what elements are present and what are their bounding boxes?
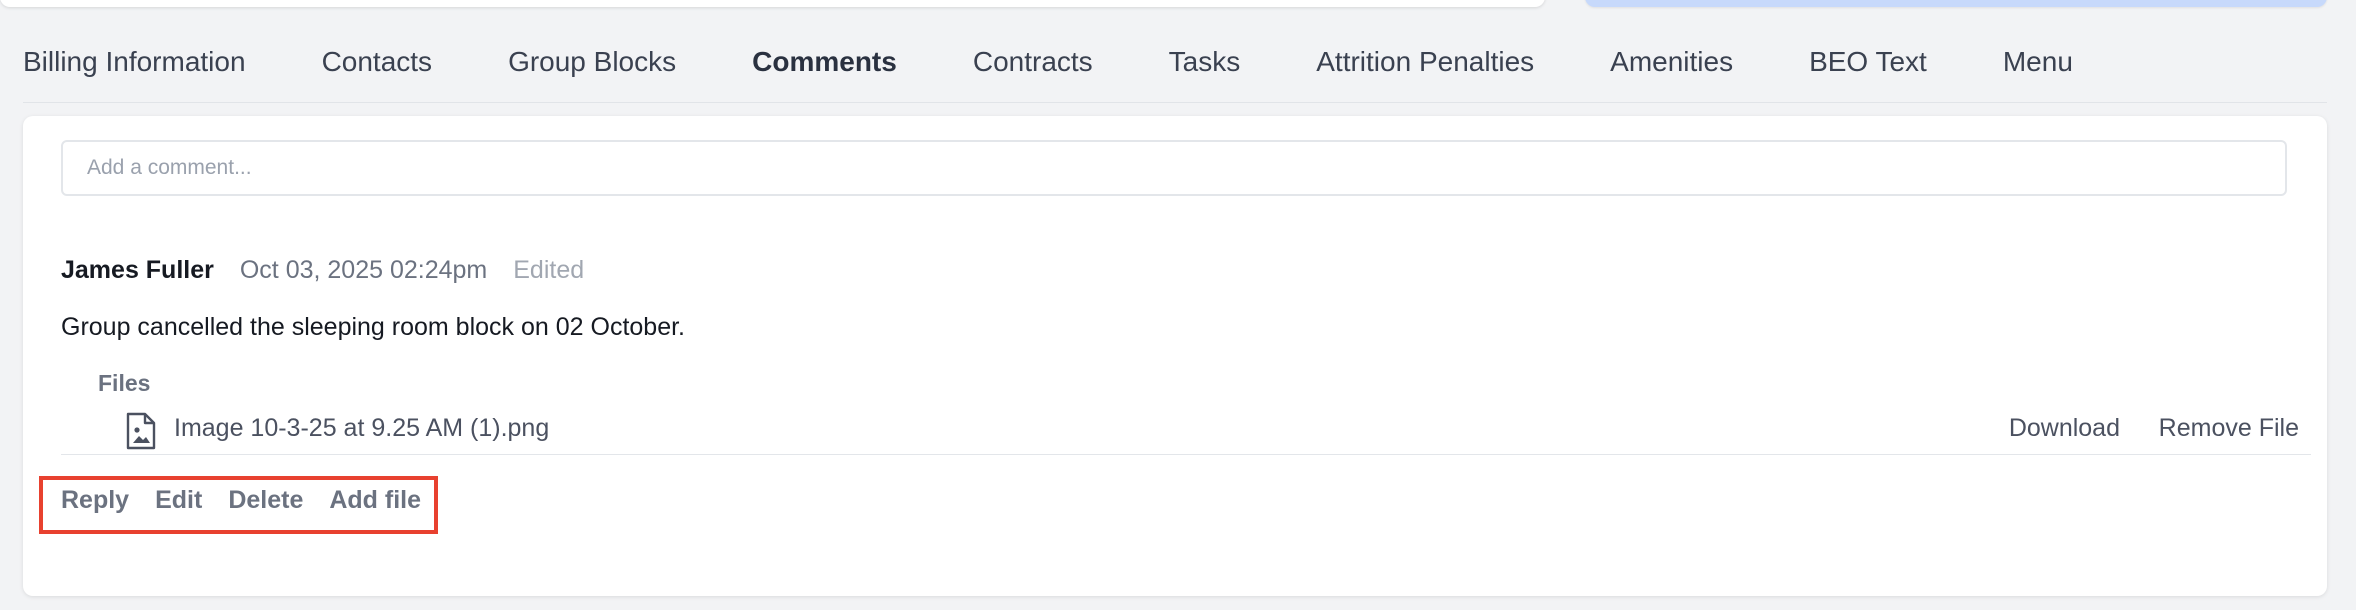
tab-amenities[interactable]: Amenities <box>1610 44 1733 80</box>
tab-billing-information[interactable]: Billing Information <box>23 44 246 80</box>
comment-meta: James Fuller Oct 03, 2025 02:24pm Edited <box>61 256 584 285</box>
download-file-link[interactable]: Download <box>2009 414 2120 443</box>
file-name: Image 10-3-25 at 9.25 AM (1).png <box>174 414 550 442</box>
comments-panel: James Fuller Oct 03, 2025 02:24pm Edited… <box>23 116 2327 596</box>
files-heading: Files <box>98 370 151 396</box>
delete-button[interactable]: Delete <box>228 486 303 515</box>
image-file-icon <box>125 412 157 450</box>
reply-button[interactable]: Reply <box>61 486 129 515</box>
comment-input[interactable] <box>61 140 2287 196</box>
top-card <box>0 0 1545 7</box>
tab-beo-text[interactable]: BEO Text <box>1809 44 1927 80</box>
tab-bar: Billing Information Contacts Group Block… <box>23 44 2327 103</box>
tab-comments[interactable]: Comments <box>752 44 897 80</box>
comment-actions: Reply Edit Delete Add file <box>61 486 447 515</box>
top-banner <box>1585 0 2327 7</box>
tab-contracts[interactable]: Contracts <box>973 44 1093 80</box>
tab-tasks[interactable]: Tasks <box>1169 44 1241 80</box>
edited-label: Edited <box>513 256 585 284</box>
edit-button[interactable]: Edit <box>155 486 202 515</box>
add-file-button[interactable]: Add file <box>329 486 421 515</box>
tab-group-blocks[interactable]: Group Blocks <box>508 44 676 80</box>
tab-contacts[interactable]: Contacts <box>322 44 433 80</box>
tab-attrition-penalties[interactable]: Attrition Penalties <box>1316 44 1534 80</box>
comment-author: James Fuller <box>61 256 214 284</box>
tab-menu[interactable]: Menu <box>2003 44 2073 80</box>
remove-file-link[interactable]: Remove File <box>2159 414 2299 443</box>
comment-timestamp: Oct 03, 2025 02:24pm <box>239 256 488 284</box>
file-row: Image 10-3-25 at 9.25 AM (1).png Downloa… <box>61 406 2311 455</box>
comment-body: Group cancelled the sleeping room block … <box>61 313 685 341</box>
